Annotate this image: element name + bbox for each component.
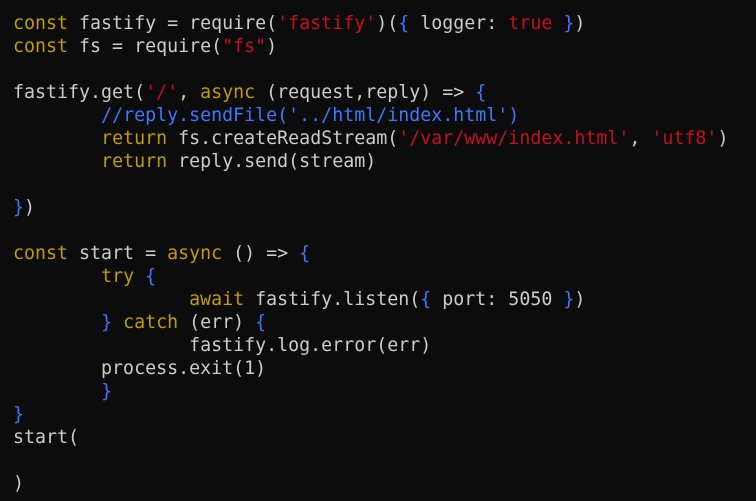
code-token: '/'	[145, 82, 179, 103]
code-token: return	[101, 151, 168, 172]
code-line: const fs = require("fs")	[13, 35, 756, 58]
code-token: return	[101, 128, 168, 149]
code-token: start(	[13, 427, 80, 448]
code-token: }	[13, 404, 25, 425]
code-token: {	[299, 243, 311, 264]
code-token: port: 5050	[431, 289, 564, 310]
code-line: return reply.send(stream)	[13, 150, 756, 173]
code-line: start(	[13, 426, 756, 449]
code-token: await	[189, 289, 245, 310]
code-token: "fs"	[222, 36, 267, 57]
code-token: true	[508, 13, 553, 34]
code-token: }	[563, 289, 575, 310]
code-token: {	[145, 266, 157, 287]
code-line: }	[13, 403, 756, 426]
code-token: fastify.get(	[13, 82, 146, 103]
code-token: reply.send(stream)	[167, 151, 377, 172]
code-line: fastify.log.error(err)	[13, 334, 756, 357]
code-line: process.exit(1)	[13, 357, 756, 380]
code-token: start =	[68, 243, 168, 264]
code-line: //reply.sendFile('../html/index.html')	[13, 104, 756, 127]
code-token: fs = require(	[68, 36, 223, 57]
code-token: const	[13, 13, 69, 34]
code-token: '/var/www/index.html'	[398, 128, 630, 149]
code-token: catch	[123, 312, 179, 333]
code-line: ​	[13, 219, 756, 242]
code-line: ​	[13, 58, 756, 81]
code-line: )	[13, 472, 756, 495]
code-token: fastify = require(	[68, 13, 278, 34]
terminal-code-view[interactable]: const fastify = require('fastify')({ log…	[0, 0, 756, 501]
code-token: const	[13, 36, 69, 57]
code-token: (request,reply) =>	[255, 82, 476, 103]
code-token: ,	[178, 82, 201, 103]
code-token: 'utf8'	[651, 128, 718, 149]
code-token: )	[266, 36, 278, 57]
code-token: //reply.sendFile('../html/index.html')	[101, 105, 520, 126]
code-token: {	[420, 289, 432, 310]
code-line: ​	[13, 173, 756, 196]
code-token: )	[717, 128, 729, 149]
code-line: const start = async () => {	[13, 242, 756, 265]
code-token: process.exit(1)	[13, 358, 267, 379]
code-token: (err)	[178, 312, 256, 333]
code-token: 'fastify'	[277, 13, 377, 34]
code-token: }	[101, 381, 113, 402]
code-line: try {	[13, 265, 756, 288]
code-token: )	[24, 197, 36, 218]
code-token: )	[13, 473, 25, 494]
code-line: return fs.createReadStream('/var/www/ind…	[13, 127, 756, 150]
code-token: try	[101, 266, 135, 287]
code-token: const	[13, 243, 69, 264]
code-token: {	[255, 312, 267, 333]
code-line: fastify.get('/', async (request,reply) =…	[13, 81, 756, 104]
code-token: async	[200, 82, 256, 103]
code-token: logger:	[409, 13, 509, 34]
code-token: {	[398, 13, 410, 34]
code-token: }	[563, 13, 575, 34]
code-token: }	[13, 197, 25, 218]
code-token: async	[167, 243, 223, 264]
code-token: fastify.listen(	[244, 289, 421, 310]
code-token: fastify.log.error(err)	[13, 335, 432, 356]
code-line: const fastify = require('fastify')({ log…	[13, 12, 756, 35]
code-line: ​	[13, 449, 756, 472]
code-token: ,	[629, 128, 652, 149]
code-line: } catch (err) {	[13, 311, 756, 334]
code-token: )	[574, 289, 586, 310]
code-token: )(	[376, 13, 399, 34]
code-line: await fastify.listen({ port: 5050 })	[13, 288, 756, 311]
code-line: }	[13, 380, 756, 403]
code-line: })	[13, 196, 756, 219]
code-token: () =>	[222, 243, 300, 264]
code-token: {	[475, 82, 487, 103]
code-token: )	[574, 13, 586, 34]
code-token: fs.createReadStream(	[167, 128, 399, 149]
code-token: }	[101, 312, 113, 333]
